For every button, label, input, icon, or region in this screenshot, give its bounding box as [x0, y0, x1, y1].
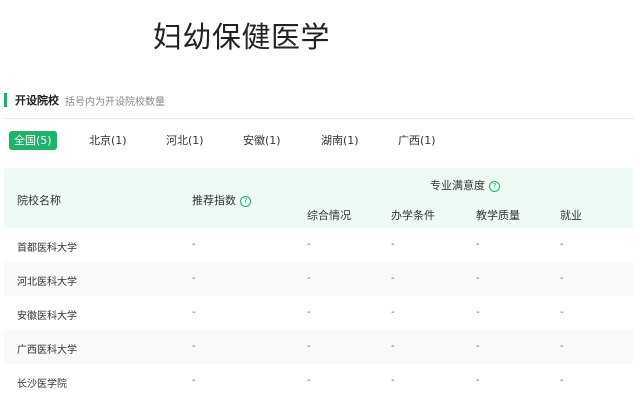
- cell-school[interactable]: 安徽医科大学: [17, 307, 77, 322]
- header-quality: 教学质量: [476, 209, 520, 222]
- section-title: 开设院校: [15, 94, 59, 107]
- tab-hunan[interactable]: 湖南(1): [321, 131, 359, 150]
- header-satisfaction-label: 专业满意度: [430, 179, 485, 192]
- tab-anhui[interactable]: 安徽(1): [243, 131, 281, 150]
- cell-conditions: -: [391, 239, 395, 250]
- tab-beijing[interactable]: 北京(1): [89, 131, 127, 150]
- cell-conditions: -: [391, 375, 395, 386]
- tab-guangxi[interactable]: 广西(1): [398, 131, 436, 150]
- cell-school[interactable]: 长沙医学院: [17, 375, 67, 390]
- cell-overall: -: [307, 239, 311, 250]
- cell-quality: -: [476, 239, 480, 250]
- cell-overall: -: [307, 375, 311, 386]
- cell-overall: -: [307, 341, 311, 352]
- table-header: 院校名称 推荐指数? 专业满意度? 综合情况 办学条件 教学质量 就业: [4, 168, 633, 228]
- cell-employment: -: [560, 239, 564, 250]
- schools-table: 院校名称 推荐指数? 专业满意度? 综合情况 办学条件 教学质量 就业 首都医科…: [4, 168, 633, 403]
- table-row: 长沙医学院 - - - - -: [4, 364, 633, 398]
- page-title: 妇幼保健医学: [153, 20, 331, 54]
- cell-recommend: -: [192, 273, 196, 284]
- cell-quality: -: [476, 273, 480, 284]
- cell-overall: -: [307, 307, 311, 318]
- section-hint: 括号内为开设院校数量: [65, 96, 165, 108]
- question-circle-icon[interactable]: ?: [240, 196, 251, 207]
- cell-employment: -: [560, 273, 564, 284]
- cell-employment: -: [560, 375, 564, 386]
- table-row: 首都医科大学 - - - - -: [4, 228, 633, 262]
- cell-quality: -: [476, 375, 480, 386]
- question-circle-icon[interactable]: ?: [489, 181, 500, 192]
- cell-school[interactable]: 河北医科大学: [17, 273, 77, 288]
- cell-recommend: -: [192, 307, 196, 318]
- cell-recommend: -: [192, 239, 196, 250]
- header-recommend-label: 推荐指数: [192, 194, 236, 207]
- table-row: 河北医科大学 - - - - -: [4, 262, 633, 296]
- cell-quality: -: [476, 307, 480, 318]
- header-recommend: 推荐指数?: [192, 192, 251, 208]
- section-accent-bar: [4, 93, 7, 107]
- table-row: 安徽医科大学 - - - - -: [4, 296, 633, 330]
- header-satisfaction: 专业满意度?: [430, 177, 500, 193]
- cell-overall: -: [307, 273, 311, 284]
- header-school: 院校名称: [17, 194, 61, 207]
- header-employment: 就业: [560, 209, 582, 222]
- cell-conditions: -: [391, 273, 395, 284]
- cell-quality: -: [476, 341, 480, 352]
- cell-school[interactable]: 首都医科大学: [17, 239, 77, 254]
- table-row: 广西医科大学 - - - - -: [4, 330, 633, 364]
- cell-conditions: -: [391, 307, 395, 318]
- cell-employment: -: [560, 307, 564, 318]
- cell-school[interactable]: 广西医科大学: [17, 341, 77, 356]
- tab-hebei[interactable]: 河北(1): [166, 131, 204, 150]
- section-header: 开设院校 括号内为开设院校数量: [4, 93, 165, 108]
- cell-recommend: -: [192, 341, 196, 352]
- header-overall: 综合情况: [307, 209, 351, 222]
- tab-national[interactable]: 全国(5): [9, 131, 57, 150]
- header-conditions: 办学条件: [391, 209, 435, 222]
- section-divider: [4, 118, 634, 119]
- cell-conditions: -: [391, 341, 395, 352]
- cell-employment: -: [560, 341, 564, 352]
- cell-recommend: -: [192, 375, 196, 386]
